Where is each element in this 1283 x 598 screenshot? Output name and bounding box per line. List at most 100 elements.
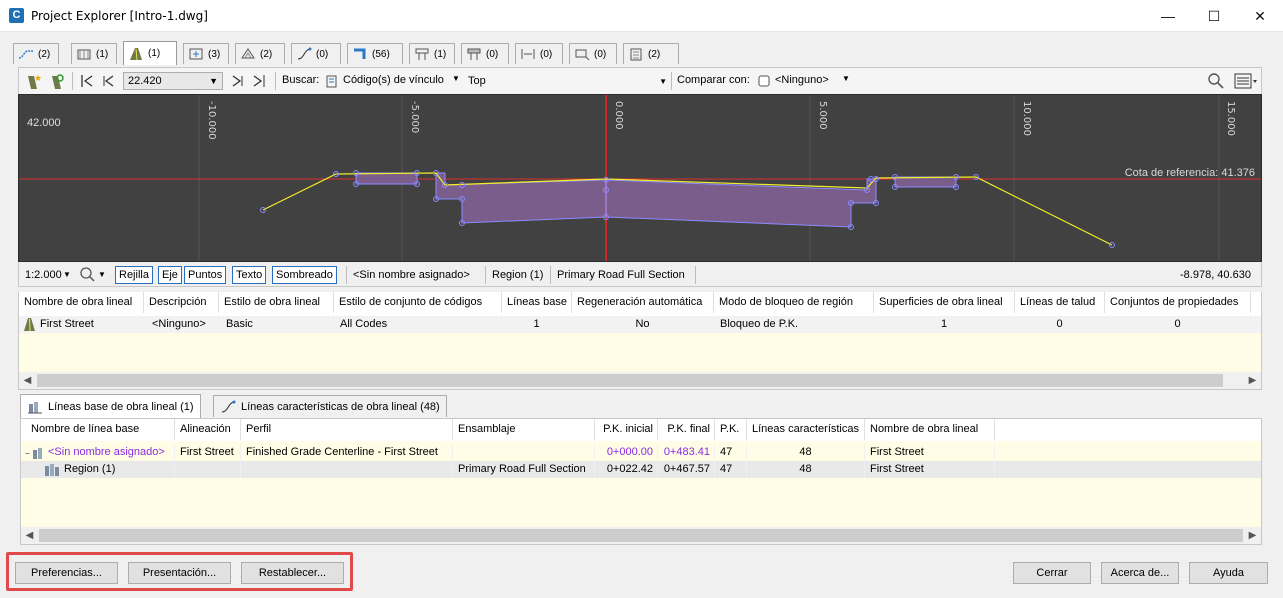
column-header[interactable]: Líneas de talud	[1015, 292, 1105, 313]
cell-baseline-name[interactable]: <Sin nombre asignado>	[43, 444, 175, 461]
minimize-button[interactable]: —	[1145, 0, 1191, 32]
chevron-down-icon[interactable]: ▼	[63, 270, 71, 279]
column-header[interactable]: P.K. inicial	[595, 419, 658, 440]
search-icon[interactable]	[1207, 72, 1225, 90]
last-station-icon[interactable]	[251, 72, 267, 90]
column-header[interactable]: Ensamblaje	[453, 419, 595, 440]
tab-feature-lines-corridor[interactable]: Líneas características de obra lineal (4…	[213, 395, 447, 417]
toggle-shading[interactable]: Sombreado	[272, 266, 337, 284]
tab-sample-lines[interactable]: (0)	[515, 43, 563, 64]
table-row[interactable]: − <Sin nombre asignado> First Street Fin…	[21, 444, 1261, 461]
close-window-button[interactable]: ✕	[1237, 0, 1283, 32]
cell-baseline-name[interactable]: Region (1)	[59, 461, 175, 478]
cell-auto-rebuild[interactable]: No	[572, 316, 714, 333]
about-button[interactable]: Acerca de...	[1101, 562, 1179, 584]
cell-property-sets[interactable]: 0	[1105, 316, 1251, 333]
station-select[interactable]: 22.420 ▼	[123, 72, 223, 90]
cell-alignment[interactable]	[175, 461, 241, 478]
column-header[interactable]: Nombre de obra lineal	[19, 292, 144, 313]
table-row[interactable]: First Street <Ninguno> Basic All Codes 1…	[19, 316, 1261, 333]
view-options-icon[interactable]	[1233, 72, 1259, 90]
reset-button[interactable]: Restablecer...	[241, 562, 344, 584]
scroll-thumb[interactable]	[39, 529, 1243, 542]
toggle-points[interactable]: Puntos	[184, 266, 227, 284]
column-header[interactable]: Nombre de línea base	[21, 419, 175, 440]
tab-pressure-networks[interactable]: (0)	[461, 43, 509, 64]
cell-profile[interactable]	[241, 461, 453, 478]
column-header[interactable]: Superficies de obra lineal	[874, 292, 1015, 313]
column-header[interactable]: Líneas base	[502, 292, 572, 313]
toggle-grid[interactable]: Rejilla	[115, 266, 153, 284]
zoom-icon[interactable]	[79, 266, 97, 283]
preferences-button[interactable]: Preferencias...	[15, 562, 118, 584]
cell-assembly[interactable]: Primary Road Full Section	[453, 461, 595, 478]
scroll-right-icon[interactable]: ▶	[1244, 527, 1261, 544]
compare-dropdown[interactable]: <Ninguno>	[775, 74, 829, 86]
cell-alignment[interactable]: First Street	[175, 444, 241, 461]
presentation-button[interactable]: Presentación...	[128, 562, 231, 584]
cell-start-station[interactable]: 0+022.42	[595, 461, 658, 478]
section-canvas[interactable]: -10.000 -5.000 0.000 5.000 10.000 15.000…	[19, 95, 1262, 262]
scale-dropdown[interactable]: 1:2.000	[25, 269, 62, 281]
column-header[interactable]: Estilo de obra lineal	[219, 292, 334, 313]
cell-feature-lines[interactable]: 48	[747, 461, 865, 478]
scroll-right-icon[interactable]: ▶	[1244, 372, 1261, 389]
cell-name[interactable]: First Street	[35, 316, 144, 333]
scroll-left-icon[interactable]: ◀	[19, 372, 36, 389]
tab-pipe-networks[interactable]: (1)	[409, 43, 455, 64]
cell-stations[interactable]: 47	[715, 461, 747, 478]
horizontal-scrollbar[interactable]: ◀ ▶	[19, 372, 1261, 389]
chevron-down-icon[interactable]: ▼	[842, 74, 850, 83]
column-header[interactable]: Conjuntos de propiedades	[1105, 292, 1251, 313]
column-header[interactable]: P.K.	[715, 419, 747, 440]
tab-corridors[interactable]: (1)	[123, 41, 177, 65]
column-header[interactable]: Perfil	[241, 419, 453, 440]
toggle-text[interactable]: Texto	[232, 266, 267, 284]
table-row[interactable]: Region (1) Primary Road Full Section 0+0…	[21, 461, 1261, 478]
chevron-down-icon[interactable]: ▼	[98, 270, 106, 279]
cell-corridor-name[interactable]: First Street	[865, 461, 995, 478]
tab-assemblies[interactable]: (3)	[183, 43, 229, 64]
section-viewer[interactable]: -10.000 -5.000 0.000 5.000 10.000 15.000…	[18, 94, 1262, 262]
column-header[interactable]: Estilo de conjunto de códigos	[334, 292, 502, 313]
column-header[interactable]: Descripción	[144, 292, 219, 313]
help-button[interactable]: Ayuda	[1189, 562, 1268, 584]
scroll-thumb[interactable]	[37, 374, 1223, 387]
cell-profile[interactable]: Finished Grade Centerline - First Street	[241, 444, 453, 461]
cell-feature-lines[interactable]: 48	[747, 444, 865, 461]
column-header[interactable]: P.K. final	[658, 419, 715, 440]
tab-surfaces[interactable]: (2)	[235, 43, 285, 64]
tab-points[interactable]: (56)	[347, 43, 403, 64]
close-button[interactable]: Cerrar	[1013, 562, 1091, 584]
column-header[interactable]: Líneas características	[747, 419, 865, 440]
toggle-axis[interactable]: Eje	[158, 266, 182, 284]
cell-lock-mode[interactable]: Bloqueo de P.K.	[714, 316, 874, 333]
refresh-corridor-icon[interactable]	[49, 72, 65, 90]
tab-parcels[interactable]: (0)	[569, 43, 617, 64]
column-header[interactable]: Modo de bloqueo de región	[714, 292, 874, 313]
cell-baselines[interactable]: 1	[502, 316, 572, 333]
cell-style[interactable]: Basic	[219, 316, 334, 333]
maximize-button[interactable]: ☐	[1191, 0, 1237, 32]
tab-alignments[interactable]: (2)	[13, 43, 59, 64]
cell-slope-lines[interactable]: 0	[1015, 316, 1105, 333]
cell-code-set[interactable]: All Codes	[334, 316, 502, 333]
cell-end-station[interactable]: 0+483.41	[658, 444, 715, 461]
next-station-icon[interactable]	[229, 72, 245, 90]
column-header[interactable]: Regeneración automática	[572, 292, 714, 313]
cell-corridor-name[interactable]: First Street	[865, 444, 995, 461]
tab-feature-lines[interactable]: (0)	[291, 43, 341, 64]
scroll-left-icon[interactable]: ◀	[21, 527, 38, 544]
column-header[interactable]: Alineación	[175, 419, 241, 440]
column-header[interactable]: Nombre de obra lineal	[865, 419, 995, 440]
horizontal-scrollbar[interactable]: ◀ ▶	[21, 527, 1261, 544]
cell-surfaces[interactable]: 1	[874, 316, 1015, 333]
new-star-icon[interactable]: ★	[25, 72, 41, 90]
chevron-down-icon[interactable]: ▼	[452, 74, 460, 83]
cell-assembly[interactable]	[453, 444, 595, 461]
tab-catalogs[interactable]: (2)	[623, 43, 679, 64]
cell-description[interactable]: <Ninguno>	[144, 316, 219, 333]
cell-stations[interactable]: 47	[715, 444, 747, 461]
tab-profile-views[interactable]: (1)	[71, 43, 117, 64]
tab-baselines[interactable]: Líneas base de obra lineal (1)	[20, 394, 201, 418]
